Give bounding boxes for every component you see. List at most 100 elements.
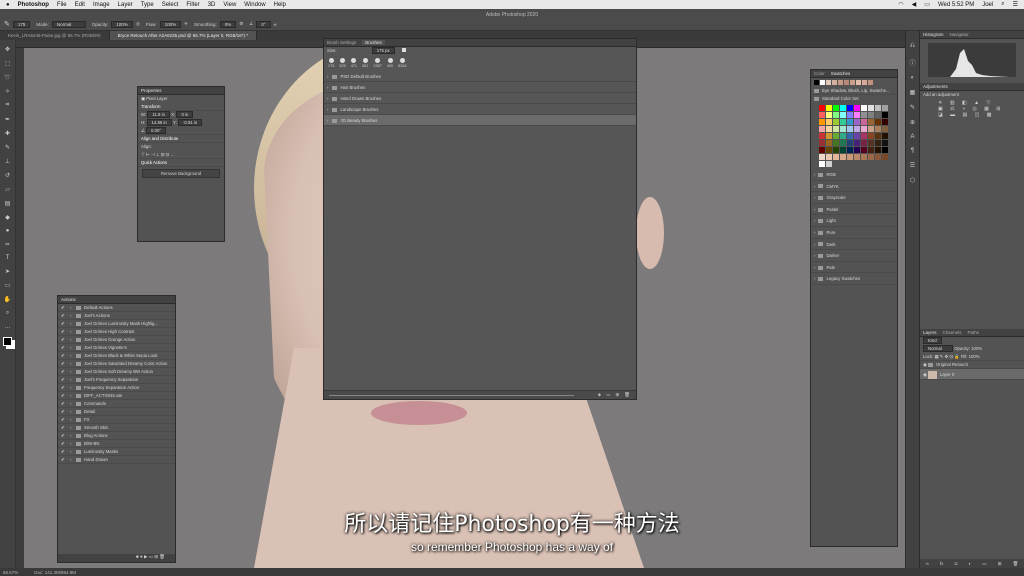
rotation-field[interactable]: 0.00° — [146, 127, 167, 134]
volume-icon[interactable]: ◀ — [912, 1, 917, 8]
tab-color[interactable]: Color — [814, 71, 825, 76]
align-buttons[interactable]: ⊤ ⊢ ⊣ ⊥ ⊟ ⊡ … — [138, 151, 224, 159]
search-icon[interactable]: ⌕ — [1001, 1, 1004, 8]
color-swatch[interactable] — [854, 154, 860, 160]
color-swatch[interactable] — [819, 126, 825, 132]
quick-actions-section[interactable]: Quick Actions — [138, 159, 224, 167]
new-set-icon[interactable]: ▭ — [149, 554, 153, 559]
check-icon[interactable]: ✔ — [61, 336, 70, 343]
swatch-folder[interactable]: › RGB — [811, 169, 897, 181]
battery-icon[interactable]: ▭ — [924, 1, 930, 8]
clone-source-icon[interactable]: ⊕ — [910, 119, 915, 126]
chevron-right-icon[interactable]: › — [814, 195, 815, 200]
hand-tool-icon[interactable]: ✋ — [4, 296, 11, 303]
swatch-folder[interactable]: › Grayscale — [811, 192, 897, 204]
color-swatch[interactable] — [847, 140, 853, 146]
color-swatch[interactable] — [847, 133, 853, 139]
menu-type[interactable]: Type — [141, 2, 154, 8]
check-icon[interactable]: ✔ — [61, 344, 70, 351]
color-swatch[interactable] — [826, 105, 832, 111]
color-swatch[interactable] — [875, 133, 881, 139]
color-swatch[interactable] — [847, 112, 853, 118]
align-section[interactable]: Align and Distribute — [138, 135, 224, 143]
color-swatch[interactable] — [826, 140, 832, 146]
brush-preset[interactable]: 400 — [387, 58, 393, 68]
new-brush-icon[interactable]: ⊞ — [616, 392, 620, 398]
color-swatch[interactable] — [868, 126, 874, 132]
chevron-right-icon[interactable]: › — [814, 242, 815, 247]
action-item[interactable]: ✔ › B/W-BN — [58, 440, 175, 448]
brush-tool-icon[interactable]: ✎ — [4, 20, 10, 28]
color-swatch[interactable] — [833, 133, 839, 139]
check-icon[interactable]: ✔ — [61, 376, 70, 383]
action-item[interactable]: ✔ › Smooth Skin — [58, 424, 175, 432]
apple-icon[interactable]: ● — [6, 2, 10, 8]
check-icon[interactable]: ✔ — [61, 456, 70, 463]
pen-tool-icon[interactable]: ✑ — [5, 241, 10, 248]
swatch-folder[interactable]: › CMYK — [811, 181, 897, 193]
color-swatch[interactable] — [840, 105, 846, 111]
check-icon[interactable]: ✔ — [61, 416, 70, 423]
stamp-tool-icon[interactable]: ⊥ — [5, 158, 10, 165]
color-swatch[interactable] — [819, 105, 825, 111]
brush-preset[interactable]: 5264 — [398, 58, 407, 68]
menu-help[interactable]: Help — [274, 2, 286, 8]
tab-paths[interactable]: Paths — [968, 330, 980, 335]
color-swatch[interactable] — [840, 133, 846, 139]
chevron-right-icon[interactable]: › — [814, 207, 815, 212]
color-swatch[interactable] — [847, 119, 853, 125]
color-swatch[interactable] — [847, 126, 853, 132]
color-swatch[interactable] — [826, 126, 832, 132]
chevron-right-icon[interactable]: › — [327, 96, 328, 101]
color-swatch[interactable] — [826, 147, 832, 153]
color-swatch[interactable] — [861, 112, 867, 118]
brush-folder[interactable]: › Hand Drawn Brushes — [324, 93, 636, 104]
action-item[interactable]: ✔ › Frequency Separation Action — [58, 384, 175, 392]
history-brush-icon[interactable]: ↺ — [5, 172, 10, 179]
action-item[interactable]: ✔ › Default Actions — [58, 304, 175, 312]
brush-preset[interactable]: 2357 — [373, 58, 382, 68]
color-swatch[interactable] — [819, 154, 825, 160]
color-swatch[interactable] — [875, 154, 881, 160]
action-item[interactable]: ✔ › Commands — [58, 400, 175, 408]
check-icon[interactable]: ✔ — [61, 360, 70, 367]
check-icon[interactable]: ✔ — [61, 424, 70, 431]
brush-size-slider[interactable] — [401, 48, 406, 52]
check-icon[interactable]: ✔ — [61, 352, 70, 359]
recent-swatch[interactable] — [832, 80, 837, 85]
action-item[interactable]: ✔ › Joel Grimes Saturated Dreamy Color Act… — [58, 360, 175, 368]
action-item[interactable]: ✔ › Joel's Actions — [58, 312, 175, 320]
color-swatch[interactable] — [868, 105, 874, 111]
color-swatch[interactable] — [833, 140, 839, 146]
doc-size[interactable]: Doc: 141.3M/954.9M — [34, 570, 76, 575]
color-swatch[interactable] — [861, 126, 867, 132]
swatch-folder[interactable]: › Darker — [811, 250, 897, 262]
check-icon[interactable]: ✔ — [61, 400, 70, 407]
brush-folder[interactable]: › Landscape Brushes — [324, 104, 636, 115]
preview-slider[interactable] — [329, 394, 574, 396]
color-swatch[interactable] — [847, 154, 853, 160]
color-swatch[interactable] — [826, 112, 832, 118]
chevron-right-icon[interactable]: › — [814, 276, 815, 281]
menu-list-icon[interactable]: ☰ — [1013, 1, 1018, 8]
menu-app[interactable]: Photoshop — [18, 2, 49, 8]
action-item[interactable]: ✔ › Joel Grimes Black & White Sepia Look — [58, 352, 175, 360]
color-swatch[interactable] — [882, 140, 888, 146]
history-icon[interactable]: ⎌ — [910, 43, 915, 50]
color-swatch[interactable] — [840, 112, 846, 118]
color-swatch[interactable] — [854, 147, 860, 153]
chevron-right-icon[interactable]: › — [327, 118, 328, 123]
color-swatch[interactable] — [868, 119, 874, 125]
color-swatch[interactable] — [854, 133, 860, 139]
toggle-preview-icon[interactable]: ◈ — [598, 392, 601, 398]
color-icon[interactable]: ◐ — [911, 75, 915, 81]
adjustment-icons[interactable]: ☀ ▥ ◧ ▲ ▽ ▣ ⚖ ◑ ◎ ▦ ⊞ ◪ ▬ ▤ ◫ ▩ — [920, 99, 1024, 119]
color-swatch[interactable] — [826, 133, 832, 139]
color-swatch[interactable] — [875, 105, 881, 111]
color-swatch[interactable] — [854, 119, 860, 125]
brush-folder[interactable]: › PSD Default Brushes — [324, 71, 636, 82]
layer-opacity-field[interactable]: 100% — [971, 346, 982, 351]
angle-field[interactable]: 0° — [256, 20, 271, 28]
eyedropper-tool-icon[interactable]: ✒ — [5, 116, 10, 123]
action-item[interactable]: ✔ › Detail — [58, 408, 175, 416]
